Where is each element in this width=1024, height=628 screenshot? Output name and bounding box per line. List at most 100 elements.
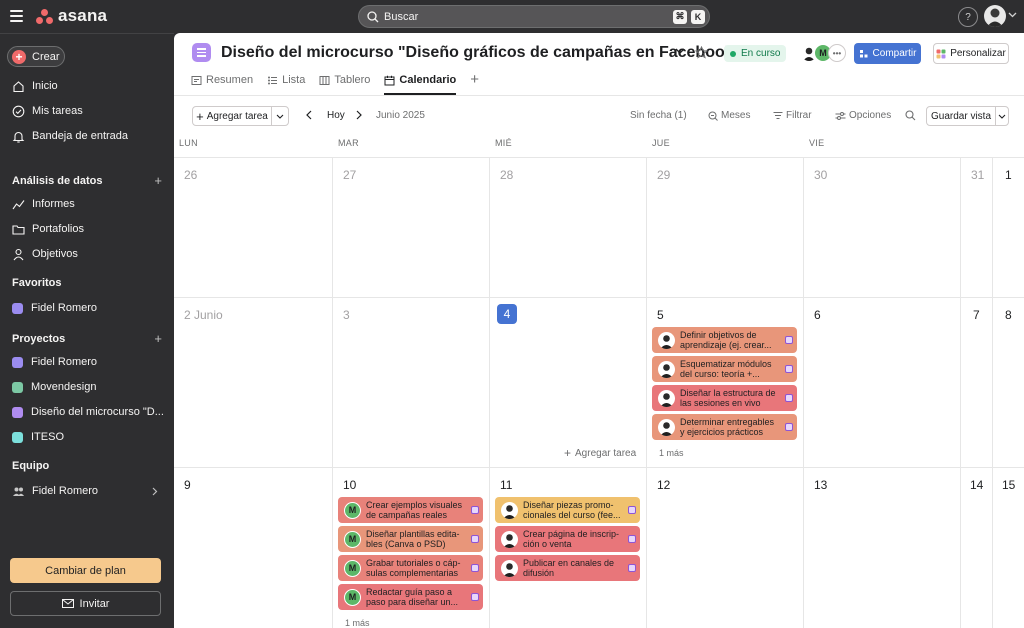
sidebar-item-my-tasks[interactable]: Mis tareas [0, 99, 174, 123]
day-cell[interactable]: 9 [174, 468, 333, 628]
sidebar-item-favorite-fidel[interactable]: Fidel Romero [0, 296, 174, 320]
invite-button[interactable]: Invitar [10, 591, 161, 616]
filter-button[interactable]: Filtrar [773, 110, 812, 121]
chevron-down-icon[interactable] [1008, 12, 1017, 18]
task-card[interactable]: Publicar en canales de difusión [495, 555, 640, 581]
task-checkbox[interactable] [471, 506, 479, 514]
day-cell[interactable]: 27 [333, 158, 490, 298]
day-cell[interactable]: 31 [961, 158, 993, 298]
search-input[interactable]: Buscar [384, 11, 673, 23]
task-card[interactable]: M Diseñar plantillas edita-bles (Canva o… [338, 526, 483, 552]
day-cell[interactable]: 6 [804, 298, 961, 468]
sidebar-item-inbox[interactable]: Bandeja de entrada [0, 124, 174, 148]
search-bar[interactable]: Buscar ⌘ K [358, 5, 710, 28]
sidebar-item-reports[interactable]: Informes [0, 192, 174, 216]
day-cell[interactable]: 28 [490, 158, 647, 298]
chevron-right-icon[interactable] [356, 110, 363, 120]
sidebar-item-project-movendesign[interactable]: Movendesign [0, 375, 174, 399]
no-date-button[interactable]: Sin fecha (1) [630, 110, 687, 121]
search-icon[interactable] [905, 110, 916, 121]
task-checkbox[interactable] [628, 506, 636, 514]
customize-button[interactable]: Personalizar [933, 43, 1009, 64]
save-view-button[interactable]: Guardar vista [926, 106, 996, 126]
day-cell[interactable]: 3 [333, 298, 490, 468]
day-cell[interactable]: 15 [993, 468, 1024, 628]
task-checkbox[interactable] [471, 593, 479, 601]
day-cell[interactable]: 5 Definir objetivos de aprendizaje (ej. … [647, 298, 804, 468]
task-title: Redactar guía paso a paso para diseñar u… [366, 587, 459, 607]
day-cell[interactable]: 12 [647, 468, 804, 628]
project-list-icon[interactable] [192, 43, 211, 62]
task-checkbox[interactable] [785, 423, 793, 431]
chevron-down-icon[interactable] [675, 48, 685, 54]
day-cell[interactable]: 4 + Agregar tarea [490, 298, 647, 468]
day-cell[interactable]: 2 Junio [174, 298, 333, 468]
tab-board[interactable]: Tablero [319, 69, 370, 91]
status-badge[interactable]: En curso [724, 45, 787, 62]
sidebar-item-home[interactable]: Inicio [0, 74, 174, 98]
sidebar-item-goals[interactable]: Objetivos [0, 242, 174, 266]
tab-list[interactable]: Lista [267, 69, 305, 91]
task-checkbox[interactable] [628, 564, 636, 572]
task-checkbox[interactable] [785, 365, 793, 373]
chevron-left-icon[interactable] [305, 110, 312, 120]
star-icon[interactable] [695, 46, 708, 59]
options-button[interactable]: Opciones [835, 110, 891, 121]
task-card[interactable]: M Grabar tutoriales o cáp-sulas compleme… [338, 555, 483, 581]
project-title[interactable]: Diseño del microcurso "Diseño gráficos d… [221, 44, 741, 62]
task-checkbox[interactable] [785, 336, 793, 344]
more-tasks-link[interactable]: 1 más [659, 448, 684, 458]
task-card[interactable]: Determinar entregables y ejercicios prác… [652, 414, 797, 440]
day-cell[interactable]: 29 [647, 158, 804, 298]
help-button[interactable]: ? [958, 7, 978, 27]
team-icon [13, 487, 24, 496]
person-goal-icon [13, 248, 24, 260]
cell-add-task-button[interactable]: + Agregar tarea [564, 446, 636, 460]
sidebar-item-team-fidel[interactable]: Fidel Romero [0, 479, 174, 503]
user-avatar[interactable] [984, 5, 1006, 27]
task-checkbox[interactable] [785, 394, 793, 402]
tab-summary[interactable]: Resumen [191, 69, 253, 91]
sidebar-item-project-microcurso[interactable]: Diseño del microcurso "D... [0, 400, 174, 424]
save-view-dropdown[interactable] [995, 106, 1009, 126]
day-cell[interactable]: 30 [804, 158, 961, 298]
day-cell[interactable]: 13 [804, 468, 961, 628]
months-button[interactable]: Meses [708, 110, 750, 121]
day-cell[interactable]: 10 M Crear ejemplos visuales de campañas… [333, 468, 490, 628]
add-task-dropdown[interactable] [271, 106, 289, 126]
add-task-button[interactable]: + Agregar tarea [192, 106, 272, 126]
day-cell[interactable]: 7 [961, 298, 993, 468]
asana-logo[interactable]: asana [36, 6, 107, 26]
task-card[interactable]: Diseñar la estructura de las sesiones en… [652, 385, 797, 411]
more-tasks-link[interactable]: 1 más [345, 618, 370, 628]
add-project-icon[interactable]: + [154, 331, 162, 346]
task-checkbox[interactable] [628, 535, 636, 543]
menu-icon[interactable] [10, 10, 23, 22]
task-card[interactable]: M Crear ejemplos visuales de campañas re… [338, 497, 483, 523]
tab-calendar[interactable]: Calendario [384, 69, 456, 95]
task-card[interactable]: M Redactar guía paso a paso para diseñar… [338, 584, 483, 610]
member-avatars[interactable]: M ••• [800, 44, 846, 63]
task-checkbox[interactable] [471, 535, 479, 543]
sidebar-item-project-fidel[interactable]: Fidel Romero [0, 350, 174, 374]
day-number: 13 [814, 478, 828, 492]
day-cell[interactable]: 8 [993, 298, 1024, 468]
add-analytics-icon[interactable]: + [154, 173, 162, 188]
task-card[interactable]: Crear página de inscrip-ción o venta [495, 526, 640, 552]
upgrade-plan-button[interactable]: Cambiar de plan [10, 558, 161, 583]
more-members-icon[interactable]: ••• [828, 44, 846, 62]
sidebar-item-project-iteso[interactable]: ITESO [0, 425, 174, 449]
task-card[interactable]: Diseñar piezas promo-cionales del curso … [495, 497, 640, 523]
today-button[interactable]: Hoy [327, 110, 345, 121]
add-tab-icon[interactable]: + [470, 69, 479, 95]
sidebar-item-portfolios[interactable]: Portafolios [0, 217, 174, 241]
create-button[interactable]: + Crear [7, 46, 65, 67]
day-cell[interactable]: 1 [993, 158, 1024, 298]
task-card[interactable]: Definir objetivos de aprendizaje (ej. cr… [652, 327, 797, 353]
day-cell[interactable]: 11 Diseñar piezas promo-cionales del cur… [490, 468, 647, 628]
share-button[interactable]: Compartir [854, 43, 921, 64]
day-cell[interactable]: 14 [961, 468, 993, 628]
task-card[interactable]: Esquematizar módulos del curso: teoría +… [652, 356, 797, 382]
day-cell[interactable]: 26 [174, 158, 333, 298]
task-checkbox[interactable] [471, 564, 479, 572]
